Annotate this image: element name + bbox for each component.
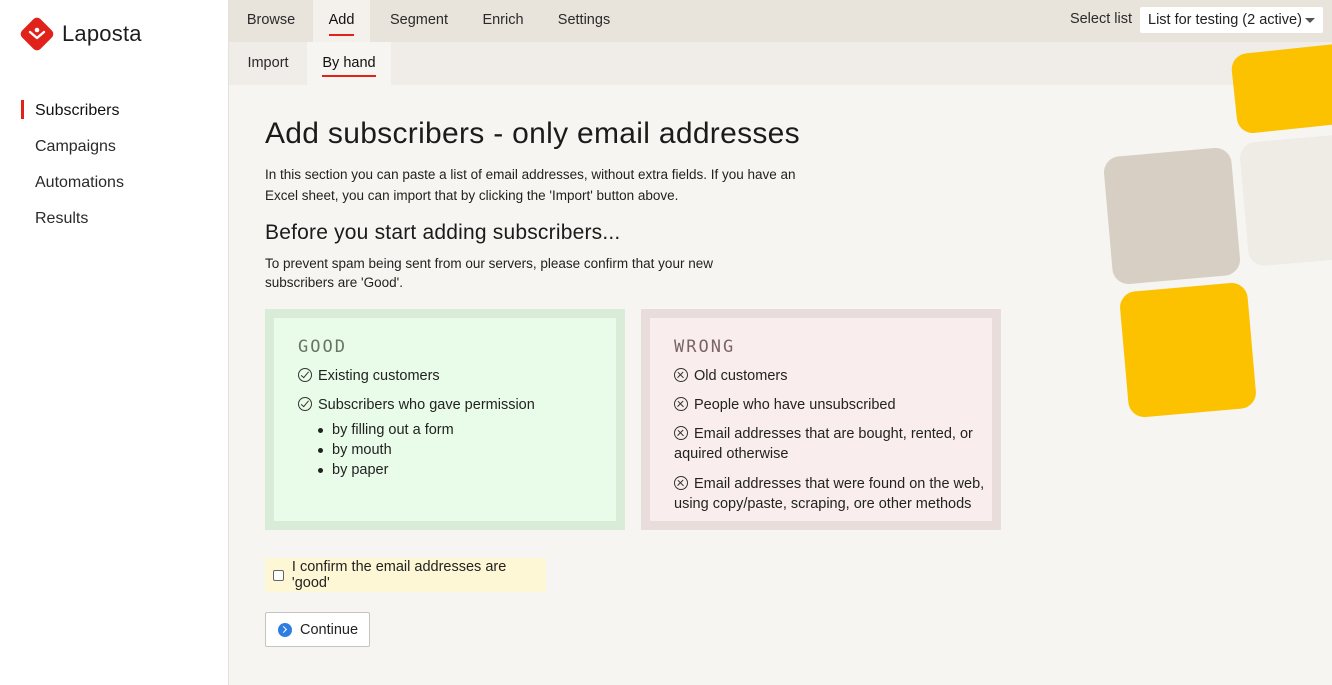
x-circle-icon bbox=[674, 397, 688, 411]
intro-text: In this section you can paste a list of … bbox=[265, 167, 796, 203]
wrong-item: People who have unsubscribed bbox=[674, 395, 989, 415]
tab-segment-label: Segment bbox=[389, 12, 449, 28]
x-circle-icon bbox=[674, 368, 688, 382]
good-item: Existing customers bbox=[298, 366, 440, 386]
sidebar-item-campaigns[interactable]: Campaigns bbox=[0, 134, 229, 170]
good-box-inner: GOOD Existing customers Subscribers who … bbox=[274, 318, 616, 521]
page-title: Add subscribers - only email addresses bbox=[265, 117, 800, 150]
continue-button[interactable]: Continue bbox=[265, 612, 370, 647]
wrong-item: Email addresses that are bought, rented,… bbox=[674, 424, 989, 464]
tab-enrich[interactable]: Enrich bbox=[469, 0, 537, 42]
sidebar-item-automations[interactable]: Automations bbox=[0, 170, 229, 206]
top-nav: Browse Add Segment Enrich Settings Selec… bbox=[229, 0, 1332, 42]
tab-import-label: Import bbox=[247, 55, 289, 71]
confirm-checkbox[interactable] bbox=[273, 569, 284, 581]
list-select[interactable]: List for testing (2 active) bbox=[1140, 7, 1323, 33]
sub-nav: Import By hand bbox=[229, 42, 1332, 85]
tab-enrich-label: Enrich bbox=[482, 12, 524, 28]
decorative-yellow-square-top bbox=[1230, 41, 1332, 135]
tab-by-hand[interactable]: By hand bbox=[307, 42, 391, 85]
good-item-text: Subscribers who gave permission bbox=[318, 397, 535, 413]
select-list-label: Select list bbox=[1069, 11, 1132, 27]
wrong-item-text: Old customers bbox=[694, 368, 788, 384]
laposta-logo-icon bbox=[20, 17, 54, 51]
good-title: GOOD bbox=[298, 337, 347, 357]
permission-methods-list: by filling out a form by mouth by paper bbox=[318, 420, 454, 480]
list-item: by paper bbox=[318, 460, 454, 480]
x-circle-icon bbox=[674, 426, 688, 440]
wrong-box: WRONG Old customers People who have unsu… bbox=[641, 309, 1001, 530]
wrong-item-text: Email addresses that are bought, rented,… bbox=[674, 426, 973, 462]
tab-settings-label: Settings bbox=[557, 12, 611, 28]
section-subtitle: Before you start adding subscribers... bbox=[265, 221, 621, 244]
good-box: GOOD Existing customers Subscribers who … bbox=[265, 309, 625, 530]
list-item: by mouth bbox=[318, 440, 454, 460]
tab-add[interactable]: Add bbox=[313, 0, 370, 42]
check-circle-icon bbox=[298, 397, 312, 411]
decorative-light-square bbox=[1238, 133, 1332, 267]
sidebar-item-subscribers[interactable]: Subscribers bbox=[0, 98, 229, 134]
tab-by-hand-label: By hand bbox=[322, 55, 376, 77]
tab-browse[interactable]: Browse bbox=[229, 0, 313, 42]
confirm-row: I confirm the email addresses are 'good' bbox=[265, 558, 546, 592]
x-circle-icon bbox=[674, 476, 688, 490]
sidebar: Laposta Subscribers Campaigns Automation… bbox=[0, 0, 229, 685]
tab-add-label: Add bbox=[328, 12, 355, 36]
arrow-right-circle-icon bbox=[278, 622, 292, 637]
list-item: by filling out a form bbox=[318, 422, 454, 438]
list-select-value: List for testing (2 active) bbox=[1148, 12, 1302, 28]
prevent-spam-text: To prevent spam being sent from our serv… bbox=[265, 256, 713, 290]
tab-segment[interactable]: Segment bbox=[377, 0, 461, 42]
wrong-item: Old customers bbox=[674, 366, 989, 386]
wrong-item-text: Email addresses that were found on the w… bbox=[674, 476, 985, 512]
good-item: Subscribers who gave permission bbox=[298, 395, 535, 415]
wrong-box-inner: WRONG Old customers People who have unsu… bbox=[650, 318, 992, 521]
decorative-yellow-square bbox=[1118, 281, 1258, 419]
continue-label: Continue bbox=[300, 621, 359, 638]
confirm-label[interactable]: I confirm the email addresses are 'good' bbox=[292, 559, 546, 591]
wrong-item-text: People who have unsubscribed bbox=[694, 397, 896, 413]
sidebar-nav: Subscribers Campaigns Automations Result… bbox=[0, 98, 229, 242]
wrong-item: Email addresses that were found on the w… bbox=[674, 474, 989, 514]
good-item-text: Existing customers bbox=[318, 368, 440, 384]
check-circle-icon bbox=[298, 368, 312, 382]
decorative-beige-square bbox=[1102, 146, 1242, 286]
sidebar-item-results[interactable]: Results bbox=[0, 206, 229, 242]
logo[interactable]: Laposta bbox=[19, 16, 142, 52]
tab-settings[interactable]: Settings bbox=[545, 0, 623, 42]
chevron-down-icon bbox=[1305, 18, 1315, 23]
tab-browse-label: Browse bbox=[246, 12, 296, 28]
brand-name: Laposta bbox=[62, 21, 142, 46]
wrong-title: WRONG bbox=[674, 337, 736, 357]
tab-import[interactable]: Import bbox=[229, 42, 307, 85]
